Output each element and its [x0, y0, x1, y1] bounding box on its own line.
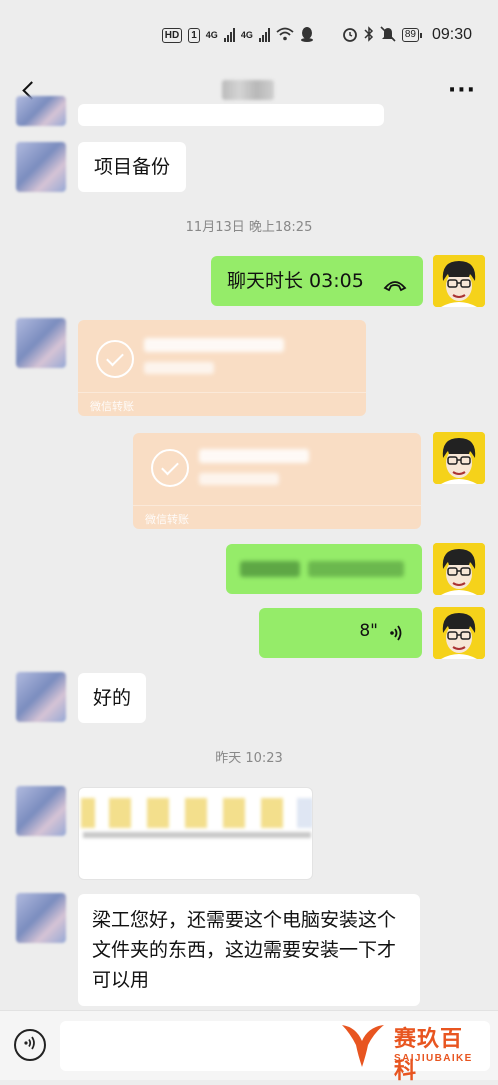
- chat-title-blurred: [222, 80, 274, 100]
- bluetooth-icon: [364, 25, 374, 45]
- input-bar: 赛玖百科 SAIJIUBAIKE: [0, 1010, 498, 1084]
- contact-avatar[interactable]: [16, 672, 66, 722]
- file-thumbnail-icon: [297, 798, 312, 828]
- wifi-icon: [276, 27, 294, 44]
- blurred-status: [199, 473, 279, 485]
- call-record-bubble[interactable]: 聊天时长 03:05: [211, 256, 423, 306]
- contact-avatar[interactable]: [16, 142, 66, 192]
- blurred-amount: [144, 338, 284, 352]
- voice-wave-icon: [388, 624, 406, 647]
- blurred-text: [308, 561, 404, 577]
- timestamp: 11月13日 晚上18:25: [185, 220, 313, 235]
- qq-icon: [300, 26, 314, 45]
- my-avatar[interactable]: [433, 432, 485, 484]
- message-text: 好的: [93, 687, 132, 709]
- voice-message-bubble[interactable]: 8": [259, 608, 422, 658]
- blurred-text-bubble[interactable]: [226, 544, 422, 594]
- network-type-1: 4G: [205, 30, 218, 40]
- clock: 09:30: [431, 26, 472, 43]
- blurred-status: [144, 362, 214, 374]
- message-text: 项目备份: [94, 156, 171, 178]
- signal-icon-2: [258, 28, 270, 42]
- network-type-2: 4G: [240, 30, 253, 40]
- voice-input-button[interactable]: [14, 1029, 46, 1061]
- contact-avatar[interactable]: [16, 893, 66, 943]
- transfer-footer: 微信转账: [90, 400, 134, 413]
- timestamp: 昨天 10:23: [215, 751, 283, 766]
- alarm-icon: [342, 26, 358, 45]
- mute-icon: [380, 25, 396, 45]
- file-thumbnail-icon: [261, 798, 283, 828]
- watermark-logo: 赛玖百科 SAIJIUBAIKE: [338, 1017, 484, 1084]
- signal-icon: [223, 28, 235, 42]
- transfer-footer: 微信转账: [145, 513, 189, 526]
- hd-badge: HD: [161, 27, 183, 43]
- cartoon-face-icon: [433, 255, 485, 307]
- contact-avatar[interactable]: [16, 786, 66, 836]
- file-thumbnail-icon: [185, 798, 207, 828]
- blurred-amount: [199, 449, 309, 463]
- file-thumbnail-icon: [223, 798, 245, 828]
- status-bar: HD 1 4G 4G 89 09:30: [0, 0, 498, 70]
- my-avatar[interactable]: [433, 255, 485, 307]
- message-bubble[interactable]: 梁工您好，还需要这个电脑安装这个文件夹的东西，这边需要安装一下才可以用: [78, 894, 420, 1006]
- my-avatar[interactable]: [433, 607, 485, 659]
- contact-avatar[interactable]: [16, 318, 66, 368]
- call-duration-text: 聊天时长 03:05: [227, 270, 364, 292]
- whale-tail-icon: [342, 1025, 384, 1067]
- battery-indicator: 89: [401, 28, 422, 42]
- cartoon-face-icon: [433, 607, 485, 659]
- file-thumbnail-icon: [109, 798, 131, 828]
- blurred-text: [240, 561, 300, 577]
- contact-avatar[interactable]: [16, 96, 66, 126]
- phone-hangup-icon: [383, 273, 407, 299]
- blurred-file-names: [83, 832, 311, 838]
- file-thumbnail-icon: [81, 798, 95, 828]
- more-button[interactable]: ···: [448, 78, 476, 103]
- transfer-bubble[interactable]: 微信转账: [133, 433, 421, 529]
- cartoon-face-icon: [433, 432, 485, 484]
- partial-message-bubble[interactable]: [78, 104, 384, 126]
- cartoon-face-icon: [433, 543, 485, 595]
- message-bubble[interactable]: 好的: [78, 673, 147, 723]
- voice-duration: 8": [359, 621, 378, 641]
- message-text: 梁工您好，还需要这个电脑安装这个文件夹的东西，这边需要安装一下才可以用: [92, 909, 397, 991]
- voice-input-icon: [22, 1035, 38, 1055]
- file-thumbnail-icon: [147, 798, 169, 828]
- image-message[interactable]: [78, 787, 313, 880]
- sim-badge: 1: [188, 27, 200, 43]
- my-avatar[interactable]: [433, 543, 485, 595]
- watermark-subtitle: SAIJIUBAIKE: [394, 1053, 473, 1064]
- message-bubble[interactable]: 项目备份: [78, 142, 187, 192]
- transfer-bubble[interactable]: 微信转账: [78, 320, 366, 416]
